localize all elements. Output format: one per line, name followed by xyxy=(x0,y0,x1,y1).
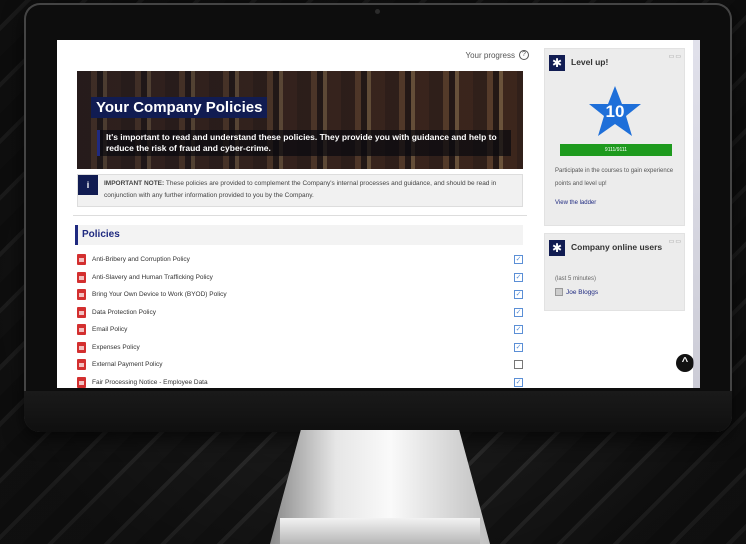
asterisk-icon: ✱ xyxy=(549,240,565,256)
level-description: Participate in the courses to gain exper… xyxy=(555,168,674,187)
block-controls-icon[interactable]: ▭▭ xyxy=(669,238,682,245)
view-ladder-link[interactable]: View the ladder xyxy=(555,200,596,206)
list-item[interactable]: Data Protection Policy ✓ xyxy=(77,304,523,322)
apple-logo-icon xyxy=(371,404,385,420)
info-icon: i xyxy=(78,175,98,195)
policy-title[interactable]: Bring Your Own Device to Work (BYOD) Pol… xyxy=(92,291,227,298)
scroll-to-top-button[interactable]: ^ xyxy=(676,354,694,372)
banner-title: Your Company Policies xyxy=(91,97,268,118)
list-item[interactable]: Fair Processing Notice - Employee Data ✓ xyxy=(77,374,523,389)
policy-list: Anti-Bribery and Corruption Policy ✓ Ant… xyxy=(77,251,523,388)
policy-title[interactable]: Fair Processing Notice - Employee Data xyxy=(92,379,208,386)
policy-title[interactable]: Data Protection Policy xyxy=(92,309,156,316)
pdf-icon xyxy=(77,376,86,388)
policy-title[interactable]: External Payment Policy xyxy=(92,361,162,368)
monitor-stand-base xyxy=(280,518,480,544)
block-header: ✱ Level up! xyxy=(549,55,681,71)
completion-checkbox[interactable]: ✓ xyxy=(514,307,523,317)
window-edge xyxy=(693,40,700,388)
completion-checkbox[interactable]: ✓ xyxy=(514,272,523,282)
camera-icon xyxy=(375,9,380,14)
user-avatar-icon xyxy=(555,288,563,296)
policy-title[interactable]: Anti-Bribery and Corruption Policy xyxy=(92,256,190,263)
pdf-icon xyxy=(77,271,86,283)
list-item[interactable]: Anti-Slavery and Human Trafficking Polic… xyxy=(77,269,523,287)
online-user[interactable]: Joe Bloggs xyxy=(555,288,598,296)
progress-label: Your progress xyxy=(465,50,515,60)
divider xyxy=(73,215,527,216)
screen: Your progress ? Your Company Policies It… xyxy=(57,40,700,388)
progress-row: Your progress ? xyxy=(465,50,529,60)
list-item[interactable]: Anti-Bribery and Corruption Policy ✓ xyxy=(77,251,523,269)
policy-title[interactable]: Email Policy xyxy=(92,326,127,333)
policies-banner: Your Company Policies It's important to … xyxy=(77,71,523,169)
policy-title[interactable]: Expenses Policy xyxy=(92,344,140,351)
level-number: 10 xyxy=(605,102,625,121)
online-users-block: ✱ Company online users ▭▭ (last 5 minute… xyxy=(544,233,685,311)
help-icon[interactable]: ? xyxy=(519,50,529,60)
pdf-icon xyxy=(77,289,86,301)
completion-checkbox[interactable]: ✓ xyxy=(514,342,523,352)
online-time-window: (last 5 minutes) xyxy=(555,276,597,282)
list-item[interactable]: Email Policy ✓ xyxy=(77,321,523,339)
important-note: i IMPORTANT NOTE: These policies are pro… xyxy=(77,174,523,207)
block-title: Company online users xyxy=(571,242,663,252)
list-item[interactable]: Expenses Policy ✓ xyxy=(77,339,523,357)
pdf-icon xyxy=(77,306,86,318)
asterisk-icon: ✱ xyxy=(549,55,565,71)
banner-subtitle: It's important to read and understand th… xyxy=(97,130,511,156)
completion-checkbox[interactable]: ✓ xyxy=(514,290,523,300)
note-label: IMPORTANT NOTE: xyxy=(104,180,165,187)
pdf-icon xyxy=(77,359,86,371)
block-controls-icon[interactable]: ▭▭ xyxy=(669,53,682,60)
completion-checkbox[interactable]: ✓ xyxy=(514,255,523,265)
policies-heading: Policies xyxy=(75,225,523,245)
policy-title[interactable]: Anti-Slavery and Human Trafficking Polic… xyxy=(92,274,213,281)
main-content: Your progress ? Your Company Policies It… xyxy=(57,40,537,388)
block-title: Level up! xyxy=(571,57,609,67)
pdf-icon xyxy=(77,341,86,353)
list-item[interactable]: External Payment Policy xyxy=(77,356,523,374)
level-up-block: ✱ Level up! ▭▭ 10 9111/9111 Participate … xyxy=(544,48,685,226)
completion-checkbox[interactable] xyxy=(514,360,523,370)
completion-checkbox[interactable]: ✓ xyxy=(514,377,523,387)
block-header: ✱ Company online users xyxy=(549,240,681,256)
pdf-icon xyxy=(77,324,86,336)
completion-checkbox[interactable]: ✓ xyxy=(514,325,523,335)
points-progress-bar: 9111/9111 xyxy=(560,144,672,156)
list-item[interactable]: Bring Your Own Device to Work (BYOD) Pol… xyxy=(77,286,523,304)
pdf-icon xyxy=(77,254,86,266)
online-user-name[interactable]: Joe Bloggs xyxy=(566,289,598,296)
